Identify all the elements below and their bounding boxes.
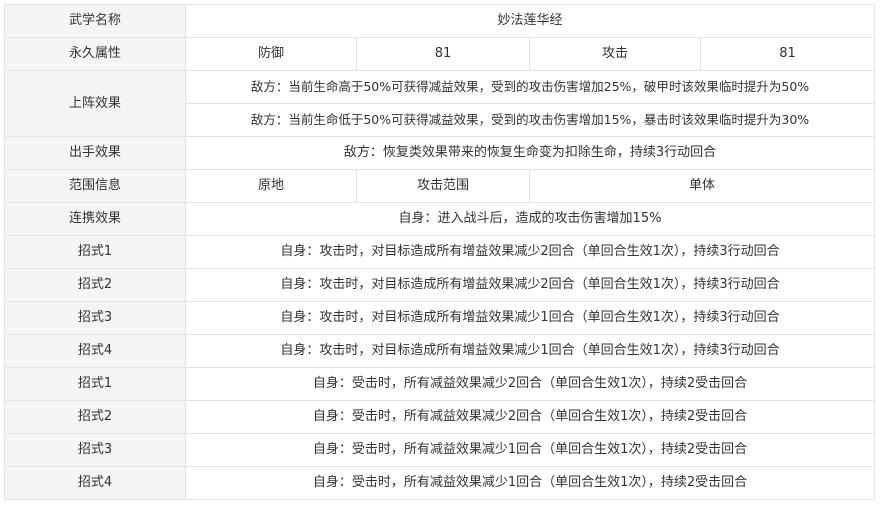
table-row-deploy-effect: 上阵效果 敌方：当前生命高于50%可获得减益效果，受到的攻击伤害增加25%，破甲…	[4, 70, 876, 137]
move-effect-value: 自身：攻击时，对目标造成所有增益效果减少2回合（单回合生效1次），持续3行动回合	[184, 235, 876, 269]
table-row-move: 招式4 自身：攻击时，对目标造成所有增益效果减少1回合（单回合生效1次），持续3…	[4, 334, 876, 368]
combo-effect-value: 自身：进入战斗后，造成的攻击伤害增加15%	[184, 202, 876, 236]
attr-value-defense: 81	[356, 37, 530, 71]
deploy-effect-line: 敌方：当前生命低于50%可获得减益效果，受到的攻击伤害增加15%，暴击时该效果临…	[184, 103, 876, 137]
row-label: 招式3	[4, 433, 186, 467]
table-row-move: 招式1 自身：受击时，所有减益效果减少2回合（单回合生效1次），持续2受击回合	[4, 367, 876, 401]
attr-name-defense: 防御	[185, 37, 357, 71]
move-effect-value: 自身：受击时，所有减益效果减少1回合（单回合生效1次），持续2受击回合	[184, 466, 876, 500]
row-label: 连携效果	[4, 202, 186, 236]
row-label: 范围信息	[4, 169, 186, 203]
table-row-name: 武学名称 妙法莲华经	[4, 4, 876, 38]
table-row-move: 招式1 自身：攻击时，对目标造成所有增益效果减少2回合（单回合生效1次），持续3…	[4, 235, 876, 269]
range-position: 原地	[185, 169, 357, 203]
table-row-move: 招式3 自身：攻击时，对目标造成所有增益效果减少1回合（单回合生效1次），持续3…	[4, 301, 876, 335]
move-effect-value: 自身：受击时，所有减益效果减少1回合（单回合生效1次），持续2受击回合	[184, 433, 876, 467]
move-effect-value: 自身：受击时，所有减益效果减少2回合（单回合生效1次），持续2受击回合	[184, 400, 876, 434]
table-row-move: 招式4 自身：受击时，所有减益效果减少1回合（单回合生效1次），持续2受击回合	[4, 466, 876, 500]
martial-art-name: 妙法莲华经	[184, 4, 876, 38]
table-row-permanent-attributes: 永久属性 防御 81 攻击 81	[4, 37, 876, 71]
move-effect-value: 自身：攻击时，对目标造成所有增益效果减少2回合（单回合生效1次），持续3行动回合	[184, 268, 876, 302]
table-row-range-info: 范围信息 原地 攻击范围 单体	[4, 169, 876, 203]
row-label: 招式1	[4, 235, 186, 269]
row-label: 武学名称	[4, 4, 186, 38]
table-row-move: 招式3 自身：受击时，所有减益效果减少1回合（单回合生效1次），持续2受击回合	[4, 433, 876, 467]
row-label: 招式3	[4, 301, 186, 335]
table-row-move: 招式2 自身：攻击时，对目标造成所有增益效果减少2回合（单回合生效1次），持续3…	[4, 268, 876, 302]
row-label: 上阵效果	[4, 70, 186, 137]
range-attack-range: 攻击范围	[356, 169, 530, 203]
move-effect-value: 自身：攻击时，对目标造成所有增益效果减少1回合（单回合生效1次），持续3行动回合	[184, 334, 876, 368]
table-row-move: 招式2 自身：受击时，所有减益效果减少2回合（单回合生效1次），持续2受击回合	[4, 400, 876, 434]
row-label: 永久属性	[4, 37, 186, 71]
row-label: 招式4	[4, 334, 186, 368]
range-target: 单体	[528, 169, 876, 203]
strike-effect-value: 敌方：恢复类效果带来的恢复生命变为扣除生命，持续3行动回合	[184, 136, 876, 170]
deploy-effect-line: 敌方：当前生命高于50%可获得减益效果，受到的攻击伤害增加25%，破甲时该效果临…	[184, 70, 876, 104]
table-row-strike-effect: 出手效果 敌方：恢复类效果带来的恢复生命变为扣除生命，持续3行动回合	[4, 136, 876, 170]
move-effect-value: 自身：受击时，所有减益效果减少2回合（单回合生效1次），持续2受击回合	[184, 367, 876, 401]
row-label: 招式4	[4, 466, 186, 500]
martial-art-info-table: 武学名称 妙法莲华经 永久属性 防御 81 攻击 81 上阵效果 敌方：当前生命…	[4, 4, 876, 500]
row-label: 招式2	[4, 268, 186, 302]
move-effect-value: 自身：攻击时，对目标造成所有增益效果减少1回合（单回合生效1次），持续3行动回合	[184, 301, 876, 335]
row-label: 招式2	[4, 400, 186, 434]
row-label: 出手效果	[4, 136, 186, 170]
table-row-combo-effect: 连携效果 自身：进入战斗后，造成的攻击伤害增加15%	[4, 202, 876, 236]
row-label: 招式1	[4, 367, 186, 401]
attr-value-attack: 81	[699, 37, 876, 71]
attr-name-attack: 攻击	[529, 37, 701, 71]
